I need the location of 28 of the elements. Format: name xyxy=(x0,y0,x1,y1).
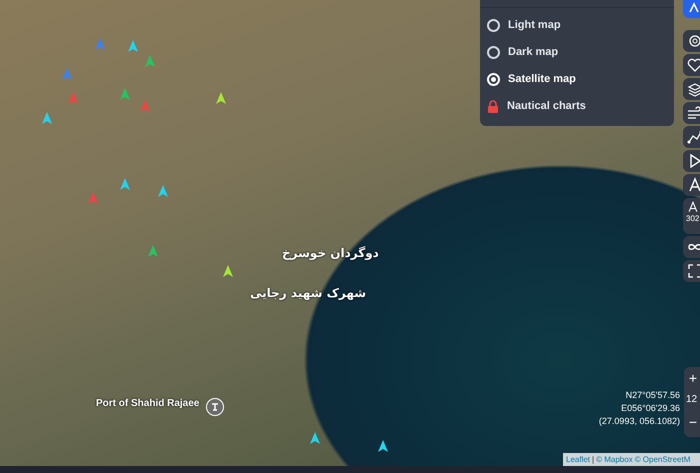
radio-button[interactable] xyxy=(487,19,500,32)
longitude-text: E056°06'29.36 xyxy=(621,402,680,415)
openstreetmap-link[interactable]: © OpenStreetM xyxy=(634,454,690,466)
map-label: Port of Shahid Rajaee xyxy=(96,397,200,411)
letter-icon xyxy=(686,200,700,214)
ship-icon[interactable] xyxy=(378,440,388,452)
radio-button[interactable] xyxy=(487,46,500,59)
separator-text: | xyxy=(592,454,594,466)
map-label: شهرک شهید رجایی xyxy=(250,285,366,302)
zoom-level: 12 xyxy=(685,393,698,407)
ship-icon[interactable] xyxy=(223,265,233,277)
map-type-option[interactable]: Satellite map xyxy=(487,66,674,93)
ship-icon[interactable] xyxy=(310,432,320,444)
map-label: دوگردان خوسرخ xyxy=(282,245,379,262)
map-type-option[interactable]: Light map xyxy=(487,12,674,39)
zoom-out-button[interactable]: − xyxy=(684,411,698,433)
latitude-text: N27°05'57.56 xyxy=(626,389,680,402)
fullscreen-icon xyxy=(686,262,700,280)
heading-control[interactable]: 302 xyxy=(683,198,700,234)
decimal-coordinates: (27.0993, 056.1082) xyxy=(598,415,680,428)
satellite-map[interactable] xyxy=(0,0,700,466)
heart-icon xyxy=(686,56,700,74)
mapbox-link[interactable]: © Mapbox xyxy=(596,454,633,466)
map-type-option[interactable]: Nautical charts xyxy=(487,93,674,120)
map-type-option[interactable]: Dark map xyxy=(487,39,674,66)
zoom-in-button[interactable]: + xyxy=(684,367,698,389)
heading-reading: 302 xyxy=(686,214,700,224)
lock-icon xyxy=(487,100,499,113)
